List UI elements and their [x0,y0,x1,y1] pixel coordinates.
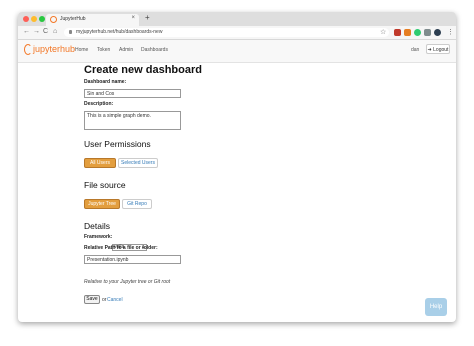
file-source-heading: File source [84,180,126,190]
forward-icon[interactable]: → [33,28,40,35]
cancel-link[interactable]: Cancel [107,297,123,303]
back-icon[interactable]: ← [23,28,30,35]
git-repo-button[interactable]: Git Repo [122,199,152,209]
nav-home[interactable]: Home [75,47,88,53]
browser-tab-bar: JupyterHub × + [18,12,456,26]
nav-admin[interactable]: Admin [119,47,133,53]
maximize-window-icon[interactable] [39,16,45,22]
or-text: or [102,297,107,303]
extension-icon[interactable] [414,29,421,36]
extension-icon[interactable] [424,29,431,36]
save-button[interactable]: Save [84,295,100,304]
bookmark-icon[interactable]: ☆ [380,28,386,36]
jupyter-tree-button[interactable]: Jupyter Tree [84,199,120,209]
address-bar: ← → C ⌂ myjupyterhub.net/hub/dashboards-… [18,26,456,40]
url-field[interactable]: myjupyterhub.net/hub/dashboards-new [64,28,389,37]
nav-token[interactable]: Token [97,47,110,53]
hub-header: jupyterhub Home Token Admin Dashboards d… [18,40,456,63]
dashboard-name-input[interactable] [84,89,181,98]
close-window-icon[interactable] [23,16,29,22]
new-tab-icon[interactable]: + [145,13,150,22]
all-users-button[interactable]: All Users [84,158,116,168]
user-name: dan [411,47,420,53]
url-text: myjupyterhub.net/hub/dashboards-new [76,29,163,35]
extension-icon[interactable] [394,29,401,36]
home-icon[interactable]: ⌂ [53,28,57,35]
logout-icon: ➜ [427,47,432,53]
jupyterhub-logo[interactable]: jupyterhub [33,44,75,54]
profile-icon[interactable] [434,29,441,36]
logout-button[interactable]: ➜ Logout [426,44,450,54]
jupyter-logo-icon [24,44,32,55]
lock-icon [69,30,72,34]
relative-path-label: Relative Path to a file or folder: [84,245,158,251]
framework-label: Framework: [84,234,113,240]
relative-path-help: Relative to your Jupyter tree or Git roo… [84,279,171,285]
relative-path-input[interactable] [84,255,181,264]
nav-dashboards[interactable]: Dashboards [141,47,168,53]
selected-users-button[interactable]: Selected Users [118,158,158,168]
logout-label: Logout [433,47,449,53]
dashboard-name-label: Dashboard name: [84,79,127,85]
reload-icon[interactable]: C [43,28,48,35]
minimize-window-icon[interactable] [31,16,37,22]
tab-title: JupyterHub [60,16,86,22]
jupyter-favicon-icon [50,16,57,23]
description-textarea[interactable]: This is a simple graph demo. [84,111,181,130]
description-label: Description: [84,101,114,107]
browser-window: JupyterHub × + ← → C ⌂ myjupyterhub.net/… [18,12,456,322]
user-permissions-heading: User Permissions [84,139,151,149]
browser-tab[interactable]: JupyterHub × [46,14,139,26]
extension-icon[interactable] [404,29,411,36]
browser-menu-icon[interactable]: ⋮ [447,28,454,36]
page-title: Create new dashboard [84,64,202,76]
help-button[interactable]: Help [425,298,447,316]
details-heading: Details [84,221,110,231]
tab-close-icon[interactable]: × [131,15,135,21]
